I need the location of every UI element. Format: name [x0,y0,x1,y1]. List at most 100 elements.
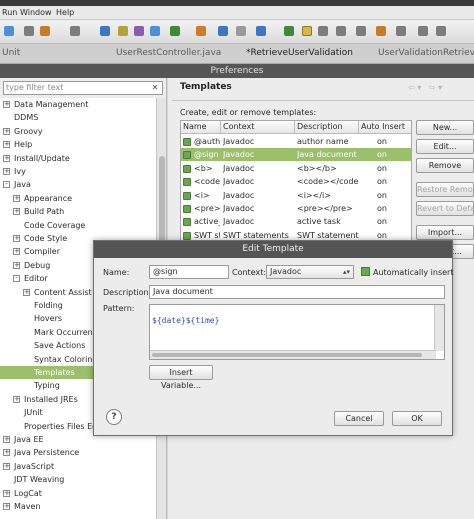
tree-item[interactable]: + Java Persistence [0,446,156,459]
tree-item[interactable]: + Help [0,138,156,151]
menu-help[interactable]: Help [56,8,74,17]
expand-icon[interactable]: + [3,101,10,108]
tab-retrieve-user-validation[interactable]: *RetrieveUserValidation [246,48,353,58]
expand-icon[interactable]: + [3,127,10,135]
expand-icon[interactable]: + [3,489,10,497]
column-header-name[interactable]: Name [181,121,221,134]
forward-icon[interactable] [436,26,446,36]
tool-icon[interactable] [134,26,144,36]
import-button[interactable]: Import... [416,225,474,240]
table-row[interactable]: @authorJavadoc author name on [181,135,411,148]
expand-icon[interactable]: + [13,208,20,216]
expand-icon[interactable]: + [3,436,10,443]
tree-item[interactable]: + Appearance [0,192,156,205]
tool-icon[interactable] [100,26,110,36]
pin-icon[interactable] [302,26,312,36]
row-checkbox[interactable] [183,205,191,213]
table-row[interactable]: <code>Javadoc <code></code> on [181,175,411,188]
pattern-horizontal-scrollbar[interactable] [150,350,436,359]
pattern-vertical-scrollbar[interactable] [434,305,444,351]
tool-icon[interactable] [284,26,294,36]
expand-icon[interactable]: + [13,194,20,202]
tool-icon[interactable] [318,26,328,36]
tree-item[interactable]: + Data Management [0,98,156,111]
revert-to-default-button[interactable]: Revert to Default [416,201,474,216]
tree-item[interactable]: + JavaScript [0,460,156,473]
tree-item[interactable]: + Ivy [0,165,156,178]
tool-icon[interactable] [196,26,206,36]
tab-unit[interactable]: Unit [2,48,20,58]
tree-item[interactable]: + LogCat [0,487,156,500]
forward-arrow-icon[interactable]: ⇨ ▾ [429,83,442,92]
tool-icon[interactable] [24,26,34,36]
column-header-description[interactable]: Description [295,121,359,134]
auto-insert-checkbox[interactable] [361,267,370,276]
table-row[interactable]: <b> Javadoc <b></b> on [181,162,411,175]
new-icon[interactable] [40,26,50,36]
tab-user-rest-controller[interactable]: UserRestController.java [116,48,221,58]
cancel-button[interactable]: Cancel [334,411,384,426]
tool-icon[interactable] [356,26,366,36]
restore-removed-button[interactable]: Restore Removed [416,182,474,197]
tree-item[interactable]: DDMS [0,111,156,124]
expand-icon[interactable]: + [3,154,10,162]
menu-run[interactable]: Run [2,8,17,17]
table-row[interactable]: <pre> Javadoc <pre></pre> on [181,202,411,215]
row-checkbox[interactable] [183,164,191,173]
row-checkbox[interactable] [183,178,191,187]
tool-icon[interactable] [336,26,346,36]
description-field[interactable]: Java document [149,285,445,299]
expand-icon[interactable]: + [3,462,10,470]
tool-icon[interactable] [218,26,228,36]
tree-item[interactable]: Code Coverage [0,219,156,232]
tab-user-validation-retriev[interactable]: UserValidationRetriev... [378,48,474,58]
tree-item[interactable]: + Maven [0,500,156,513]
run-icon[interactable] [170,26,180,36]
name-field[interactable]: @sign [149,265,229,279]
filter-input[interactable]: type filter text ✕ [3,81,163,95]
clear-filter-icon[interactable]: ✕ [150,83,160,93]
expand-icon[interactable]: + [3,503,10,510]
row-checkbox[interactable] [183,191,191,200]
new-button[interactable]: New... [416,120,474,135]
expand-icon[interactable]: + [13,235,20,242]
tree-item[interactable]: + Install/Update [0,152,156,165]
tool-icon[interactable] [150,26,160,36]
context-select[interactable]: Javadoc ▴▾ [266,265,354,279]
expand-icon[interactable]: + [13,248,20,256]
pattern-scrollbar-thumb[interactable] [152,353,422,357]
table-row[interactable]: @sign Javadoc Java document on [181,148,411,162]
collapse-icon[interactable]: - [13,275,20,283]
tool-icon[interactable] [376,26,386,36]
remove-button[interactable]: Remove [416,158,474,173]
column-header-context[interactable]: Context [221,121,295,134]
expand-icon[interactable]: + [3,168,10,175]
row-checkbox[interactable] [183,151,191,160]
table-row[interactable]: <i> Javadoc <i></i> on [181,189,411,202]
menu-window[interactable]: Window [20,8,52,17]
expand-icon[interactable]: + [3,141,10,149]
debug-icon[interactable] [4,26,14,36]
tree-item[interactable]: + Groovy [0,125,156,138]
tool-icon[interactable] [396,26,406,36]
tool-icon[interactable] [256,26,266,36]
table-row[interactable]: active_taskJavadoc active task on [181,215,411,228]
row-checkbox[interactable] [183,218,191,227]
tree-item[interactable]: + Build Path [0,205,156,218]
back-icon[interactable] [418,26,428,36]
tool-icon[interactable] [236,26,246,36]
expand-icon[interactable]: + [23,288,30,296]
tool-icon[interactable] [70,26,80,36]
tool-icon[interactable] [118,26,128,36]
row-checkbox[interactable] [183,231,191,240]
help-icon[interactable]: ? [106,409,122,425]
edit-button[interactable]: Edit... [416,139,474,154]
pattern-editor[interactable]: ${date}${time} [149,304,445,360]
ok-button[interactable]: OK [392,411,442,426]
insert-variable-button[interactable]: Insert Variable... [149,365,213,390]
tree-item[interactable]: - Java [0,178,156,191]
back-arrow-icon[interactable]: ⇦ ▾ [408,83,421,92]
expand-icon[interactable]: + [3,449,10,457]
expand-icon[interactable]: + [13,261,20,269]
column-header-auto-insert[interactable]: Auto Insert [359,121,411,134]
